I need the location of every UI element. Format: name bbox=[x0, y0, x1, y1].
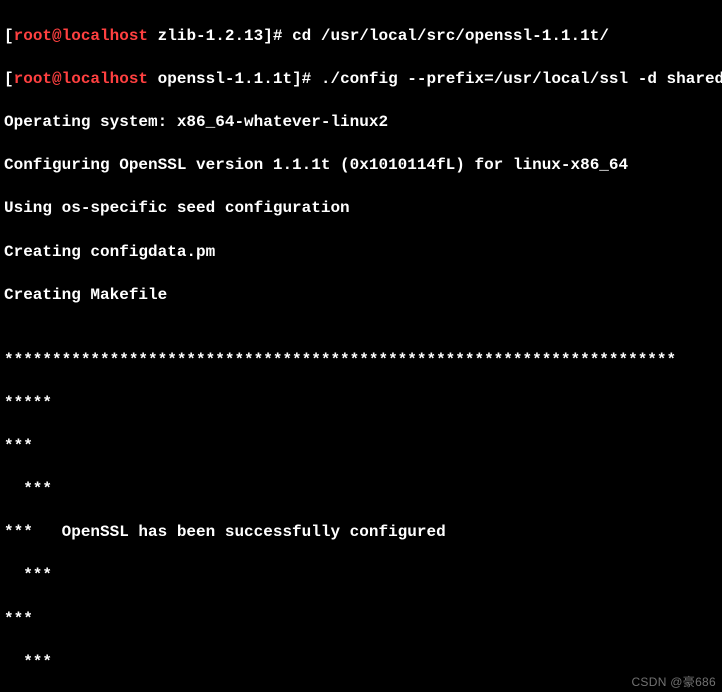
prompt-hash: # bbox=[273, 27, 292, 45]
output-line: *** bbox=[4, 479, 718, 501]
output-line: *** bbox=[4, 609, 718, 631]
prompt-open-bracket: [ bbox=[4, 70, 14, 88]
output-line: ***** bbox=[4, 393, 718, 415]
watermark-text: CSDN @豪686 bbox=[631, 674, 716, 690]
output-line: ****************************************… bbox=[4, 350, 718, 372]
prompt-close-bracket: ] bbox=[263, 27, 273, 45]
prompt-close-bracket: ] bbox=[292, 70, 302, 88]
output-line: Configuring OpenSSL version 1.1.1t (0x10… bbox=[4, 155, 718, 177]
output-line: *** bbox=[4, 652, 718, 674]
prompt-line-2[interactable]: [root@localhost openssl-1.1.1t]# ./confi… bbox=[4, 69, 718, 91]
prompt-open-bracket: [ bbox=[4, 27, 14, 45]
output-line: Using os-specific seed configuration bbox=[4, 198, 718, 220]
prompt-line-1[interactable]: [root@localhost zlib-1.2.13]# cd /usr/lo… bbox=[4, 26, 718, 48]
output-line: Creating configdata.pm bbox=[4, 242, 718, 264]
output-line: *** OpenSSL has been successfully config… bbox=[4, 522, 718, 544]
prompt-cwd: zlib-1.2.13 bbox=[158, 27, 264, 45]
terminal-output[interactable]: [root@localhost zlib-1.2.13]# cd /usr/lo… bbox=[0, 0, 722, 692]
prompt-user-host: root@localhost bbox=[14, 27, 148, 45]
output-line: *** bbox=[4, 436, 718, 458]
prompt-hash: # bbox=[302, 70, 321, 88]
command-text: ./config --prefix=/usr/local/ssl -d shar… bbox=[321, 70, 722, 88]
prompt-user-host: root@localhost bbox=[14, 70, 148, 88]
output-line: *** bbox=[4, 565, 718, 587]
output-line: Creating Makefile bbox=[4, 285, 718, 307]
command-text: cd /usr/local/src/openssl-1.1.1t/ bbox=[292, 27, 609, 45]
output-line: Operating system: x86_64-whatever-linux2 bbox=[4, 112, 718, 134]
prompt-cwd: openssl-1.1.1t bbox=[158, 70, 292, 88]
